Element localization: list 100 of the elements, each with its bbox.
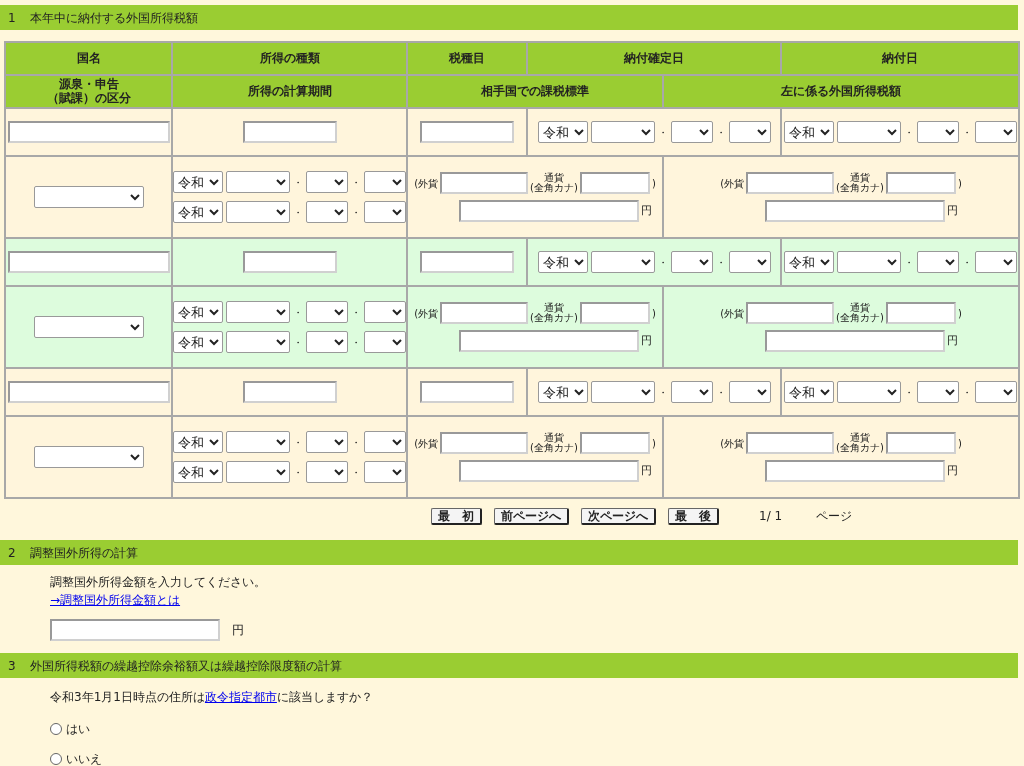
text-field[interactable] [242,251,337,273]
dropdown[interactable]: 令和 [783,251,834,273]
section-number: 3 [8,657,16,675]
close-paren: ) [651,306,656,321]
pager-button[interactable]: 最 初 [431,507,482,525]
foreign-label: (外貨 [720,436,745,451]
dropdown[interactable] [670,381,713,403]
pager-button[interactable]: 次ページへ [581,507,656,525]
separator: ・ [351,305,361,320]
dropdown[interactable] [306,301,348,323]
text-field[interactable] [50,619,220,641]
section-number: 1 [8,9,16,27]
separator: ・ [293,465,303,480]
dropdown[interactable] [916,381,959,403]
foreign-label: (外貨 [720,306,745,321]
dropdown[interactable]: 令和 [783,121,834,143]
separator: ・ [961,255,972,270]
text-field[interactable] [579,172,650,194]
dropdown[interactable] [728,121,771,143]
city-link[interactable]: 政令指定都市 [204,690,277,704]
column-header: 税種目 [407,42,527,75]
dropdown[interactable] [306,171,348,193]
dropdown[interactable] [364,301,406,323]
text-field[interactable] [579,302,650,324]
text-field[interactable] [746,432,835,454]
unit-label: 円 [640,462,652,479]
separator: ・ [351,175,361,190]
radio-button[interactable] [50,753,62,765]
dropdown[interactable] [916,121,959,143]
text-field[interactable] [458,330,639,352]
text-field[interactable] [579,432,650,454]
dropdown[interactable] [728,251,771,273]
text-field[interactable] [746,172,835,194]
text-field[interactable] [885,432,956,454]
dropdown[interactable] [670,251,713,273]
dropdown[interactable] [306,461,348,483]
help-link[interactable]: →調整国外所得金額とは [50,593,181,607]
dropdown[interactable] [306,431,348,453]
close-paren: ) [651,436,656,451]
dropdown[interactable] [306,201,348,223]
text-field[interactable] [885,302,956,324]
page-label: ページ [816,508,853,525]
text-field[interactable] [440,172,529,194]
column-header-line: （賦課）の区分 [45,91,132,106]
instruction-text: 調整国外所得金額を入力してください。 [50,574,267,591]
text-field[interactable] [420,251,514,273]
dropdown[interactable]: 令和 [173,171,223,193]
dropdown[interactable]: 令和 [173,461,223,483]
section-title: 調整国外所得の計算 [29,544,138,562]
separator: ・ [293,435,303,450]
text-field[interactable] [242,381,337,403]
dropdown[interactable]: 令和 [537,251,588,273]
dropdown[interactable]: 令和 [783,381,834,403]
close-paren: ) [957,176,962,191]
pager-button[interactable]: 前ページへ [494,507,569,525]
text-field[interactable] [420,381,514,403]
text-field[interactable] [440,302,529,324]
dropdown[interactable] [916,251,959,273]
dropdown[interactable] [364,201,406,223]
dropdown[interactable] [974,251,1017,273]
dropdown[interactable] [364,431,406,453]
unit-label: 円 [946,202,958,219]
dropdown[interactable]: 令和 [173,301,223,323]
dropdown[interactable]: 令和 [173,331,223,353]
text-field[interactable] [764,460,945,482]
pager-button[interactable]: 最 後 [668,507,719,525]
separator: ・ [903,125,914,140]
dropdown[interactable] [364,461,406,483]
dropdown[interactable] [974,121,1017,143]
text-field[interactable] [7,121,170,143]
close-paren: ) [651,176,656,191]
text-field[interactable] [764,200,945,222]
text-field[interactable] [7,251,170,273]
text-field[interactable] [746,302,835,324]
dropdown[interactable] [670,121,713,143]
dropdown[interactable] [974,381,1017,403]
dropdown[interactable]: 令和 [173,431,223,453]
radio-button[interactable] [50,723,62,735]
dropdown[interactable] [364,171,406,193]
text-field[interactable] [764,330,945,352]
text-field[interactable] [420,121,514,143]
foreign-label: (外貨 [414,436,439,451]
dropdown[interactable] [306,331,348,353]
text-field[interactable] [885,172,956,194]
separator: ・ [657,255,668,270]
dropdown[interactable] [364,331,406,353]
text-field[interactable] [458,200,639,222]
text-field[interactable] [242,121,337,143]
separator: ・ [293,205,303,220]
unit-label: 円 [640,202,652,219]
dropdown[interactable]: 令和 [537,121,588,143]
dropdown[interactable]: 令和 [537,381,588,403]
text-field[interactable] [7,381,170,403]
separator: ・ [903,255,914,270]
dropdown[interactable]: 令和 [173,201,223,223]
page-number: 1/ 1 [759,508,783,525]
text-field[interactable] [458,460,639,482]
dropdown[interactable] [728,381,771,403]
column-header: 所得の種類 [172,42,407,75]
text-field[interactable] [440,432,529,454]
